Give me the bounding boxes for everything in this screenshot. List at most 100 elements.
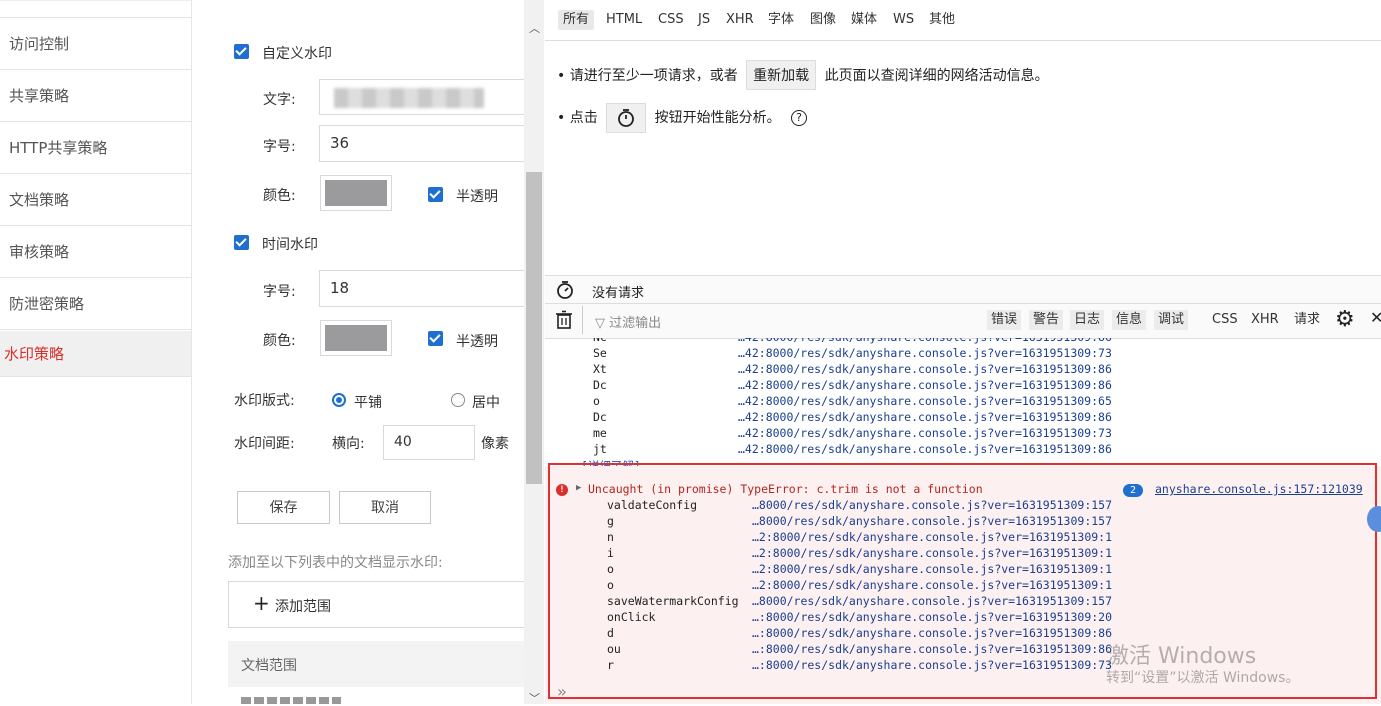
time-translucent-checkbox[interactable] xyxy=(428,331,443,346)
layout-center-radio[interactable] xyxy=(451,393,465,407)
time-color-label: 颜色: xyxy=(263,333,296,349)
font-size-input[interactable]: 36 xyxy=(319,125,528,162)
scope-row-text-cutoff xyxy=(241,697,341,704)
filter-tab-media[interactable]: 媒体 xyxy=(851,10,877,30)
translucent-checkbox[interactable] xyxy=(428,187,443,202)
layout-tile-radio[interactable] xyxy=(332,393,346,407)
filter-tab-js[interactable]: JS xyxy=(698,10,710,30)
trash-icon[interactable] xyxy=(555,310,573,330)
layout-tile-label: 平铺 xyxy=(354,395,382,411)
sidebar-item-dlp-policy[interactable]: 防泄密策略 xyxy=(0,279,191,330)
stack-fn-cut: Nc xyxy=(593,338,607,344)
filter-tab-all[interactable]: 所有 xyxy=(558,10,595,30)
filter-tab-xhr[interactable]: XHR xyxy=(726,10,754,30)
save-button[interactable]: 保存 xyxy=(237,491,330,524)
sidebar-item-http-share-policy[interactable]: HTTP共享策略 xyxy=(0,123,191,174)
time-watermark-checkbox[interactable] xyxy=(234,235,249,250)
activation-watermark-title: 激活 Windows xyxy=(1107,644,1257,669)
font-size-label: 字号: xyxy=(263,139,296,155)
no-requests-text: 没有请求 xyxy=(592,286,645,301)
console-filter-input[interactable]: ▽ 过滤输出 xyxy=(595,312,661,331)
stack-url[interactable]: …42:8000/res/sdk/anyshare.console.js?ver… xyxy=(738,394,1112,408)
stack-fn: Xt xyxy=(593,362,607,376)
network-hint-profile: • 点击 按钮开始性能分析。 ? xyxy=(557,103,808,133)
blurred-text-value xyxy=(334,88,484,108)
stopwatch-icon[interactable] xyxy=(555,280,575,300)
network-hint-reload: • 请进行至少一项请求，或者 重新加载 此页面以查阅详细的网络活动信息。 xyxy=(557,60,1049,90)
stack-url[interactable]: …42:8000/res/sdk/anyshare.console.js?ver… xyxy=(738,426,1112,440)
sidebar-item-audit-policy[interactable]: 审核策略 xyxy=(0,227,191,278)
stack-fn: o xyxy=(593,394,600,408)
add-scope-label: 添加范围 xyxy=(275,599,331,615)
translucent-label: 半透明 xyxy=(456,189,498,205)
filter-funnel-icon: ▽ xyxy=(595,316,605,331)
scrollbar-thumb[interactable] xyxy=(526,172,542,484)
level-errors-button[interactable]: 错误 xyxy=(987,310,1022,330)
scroll-up-arrow-icon[interactable]: ︿ xyxy=(529,20,540,36)
sidebar: 访问控制 共享策略 HTTP共享策略 文档策略 审核策略 防泄密策略 水印策略 xyxy=(0,0,192,704)
custom-watermark-label: 自定义水印 xyxy=(262,46,332,62)
activation-watermark-subtitle: 转到“设置”以激活 Windows。 xyxy=(1106,670,1300,686)
time-color-swatch[interactable] xyxy=(320,320,392,356)
sidebar-item-watermark-policy[interactable]: 水印策略 xyxy=(0,331,191,377)
layout-label: 水印版式: xyxy=(234,393,295,409)
plus-icon: + xyxy=(253,591,270,615)
add-scope-button[interactable]: + 添加范围 xyxy=(228,581,528,628)
custom-watermark-checkbox[interactable] xyxy=(234,44,249,59)
pixel-unit-label: 像素 xyxy=(481,436,509,452)
sidebar-item-document-policy[interactable]: 文档策略 xyxy=(0,175,191,226)
type-css-toggle[interactable]: CSS xyxy=(1212,310,1238,330)
horizontal-label: 横向: xyxy=(332,436,365,452)
type-xhr-toggle[interactable]: XHR xyxy=(1251,310,1279,330)
horizontal-spacing-input[interactable]: 40 xyxy=(383,425,475,460)
sidebar-item-access-control[interactable]: 访问控制 xyxy=(0,19,191,70)
reload-button[interactable]: 重新加载 xyxy=(746,60,817,90)
time-font-size-input[interactable]: 18 xyxy=(319,270,528,307)
sidebar-top-spacer xyxy=(0,0,191,18)
filter-tab-html[interactable]: HTML xyxy=(606,10,642,30)
color-label: 颜色: xyxy=(263,188,296,204)
level-warnings-button[interactable]: 警告 xyxy=(1029,310,1064,330)
filter-tab-css[interactable]: CSS xyxy=(658,10,684,30)
level-info-button[interactable]: 信息 xyxy=(1112,310,1147,330)
watermark-form: 自定义水印 文字: 字号: 36 颜色: 半透明 时间水印 字号: 18 颜色:… xyxy=(192,0,528,704)
stack-fn: jt xyxy=(593,442,607,456)
filter-tab-ws[interactable]: WS xyxy=(893,10,914,30)
stack-url[interactable]: …42:8000/res/sdk/anyshare.console.js?ver… xyxy=(738,346,1112,360)
gear-icon[interactable]: ⚙ xyxy=(1335,306,1355,334)
sidebar-item-share-policy[interactable]: 共享策略 xyxy=(0,71,191,122)
hint1-prefix: 请进行至少一项请求，或者 xyxy=(569,68,738,84)
console-filter-placeholder: 过滤输出 xyxy=(609,316,662,331)
stopwatch-icon xyxy=(618,109,635,127)
stopwatch-button[interactable] xyxy=(606,103,647,133)
stack-url[interactable]: …42:8000/res/sdk/anyshare.console.js?ver… xyxy=(738,442,1112,456)
stack-url[interactable]: …42:8000/res/sdk/anyshare.console.js?ver… xyxy=(738,362,1112,376)
hint2-prefix: 点击 xyxy=(569,110,598,126)
scope-header-label: 文档范围 xyxy=(241,658,297,674)
filter-tab-font[interactable]: 字体 xyxy=(768,10,794,30)
network-status-bar: 没有请求 xyxy=(545,275,1381,304)
scope-table-row xyxy=(228,687,528,704)
level-logs-button[interactable]: 日志 xyxy=(1070,310,1105,330)
color-swatch[interactable] xyxy=(320,175,392,211)
time-watermark-label: 时间水印 xyxy=(262,237,318,253)
type-requests-toggle[interactable]: 请求 xyxy=(1294,310,1320,330)
devtools-panel: 所有 HTML CSS JS XHR 字体 图像 媒体 WS 其他 • 请进行至… xyxy=(545,0,1381,704)
close-icon[interactable]: ✕ xyxy=(1370,308,1381,327)
bullet: • xyxy=(557,110,570,126)
stack-url-cut: …42:8000/res/sdk/anyshare.console.js?ver… xyxy=(738,338,1112,344)
filter-tab-other[interactable]: 其他 xyxy=(929,10,955,30)
filter-tab-image[interactable]: 图像 xyxy=(810,10,836,30)
stack-fn: Se xyxy=(593,346,607,360)
watermark-text-input[interactable] xyxy=(319,79,528,115)
help-icon[interactable]: ? xyxy=(791,110,808,126)
stack-url[interactable]: …42:8000/res/sdk/anyshare.console.js?ver… xyxy=(738,410,1112,424)
spacing-label: 水印间距: xyxy=(234,436,295,452)
cancel-button[interactable]: 取消 xyxy=(339,491,431,524)
stack-url[interactable]: …42:8000/res/sdk/anyshare.console.js?ver… xyxy=(738,378,1112,392)
bullet: • xyxy=(557,68,570,84)
stack-fn: Dc xyxy=(593,378,607,392)
layout-center-label: 居中 xyxy=(472,395,500,411)
level-debug-button[interactable]: 调试 xyxy=(1154,310,1189,330)
stack-fn: Dc xyxy=(593,410,607,424)
